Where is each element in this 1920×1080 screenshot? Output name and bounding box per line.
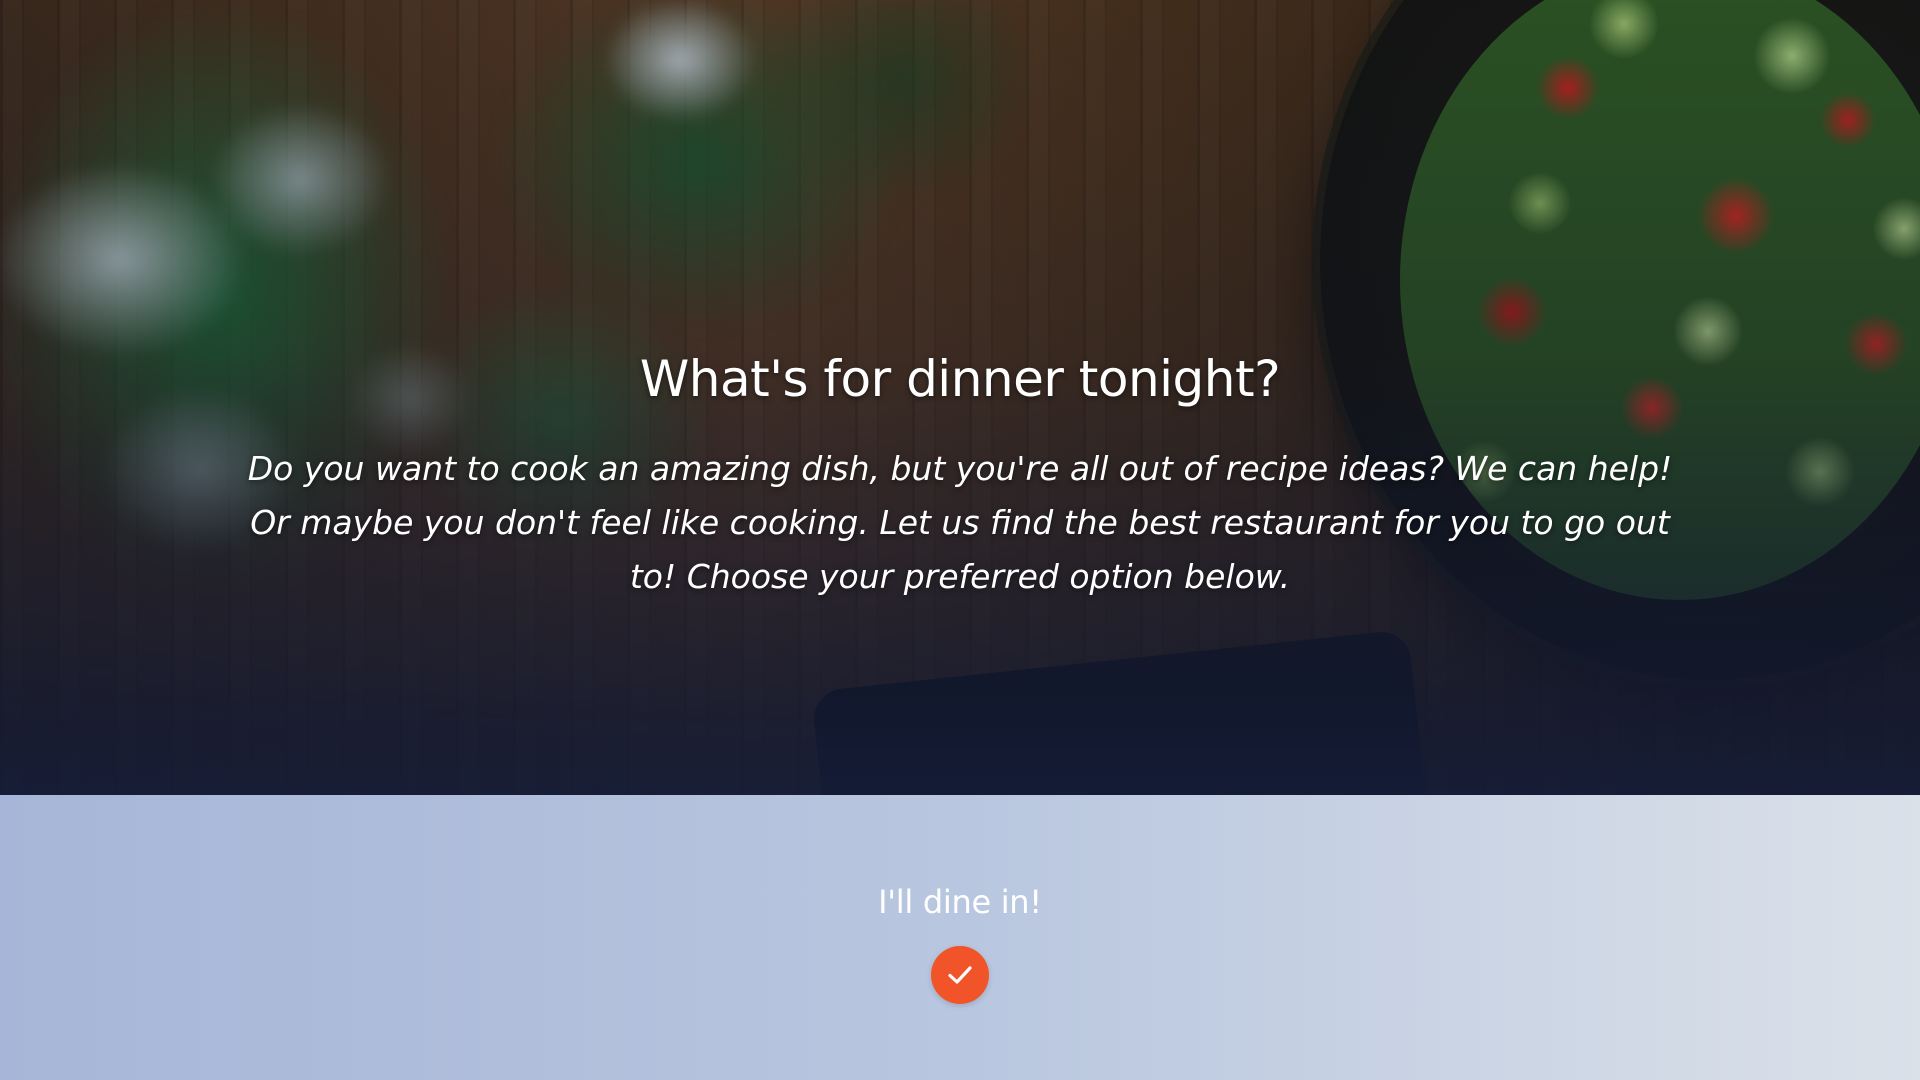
checkmark-icon <box>948 966 972 984</box>
hero-content: What's for dinner tonight? Do you want t… <box>0 350 1920 604</box>
dine-in-option: I'll dine in! <box>0 883 1920 921</box>
options-section: I'll dine in! <box>0 795 1920 1080</box>
hero-section: What's for dinner tonight? Do you want t… <box>0 0 1920 795</box>
hero-subtitle: Do you want to cook an amazing dish, but… <box>247 449 1673 596</box>
dine-in-label: I'll dine in! <box>878 883 1042 921</box>
dine-in-button[interactable] <box>931 946 989 1004</box>
page-title: What's for dinner tonight? <box>639 350 1281 408</box>
